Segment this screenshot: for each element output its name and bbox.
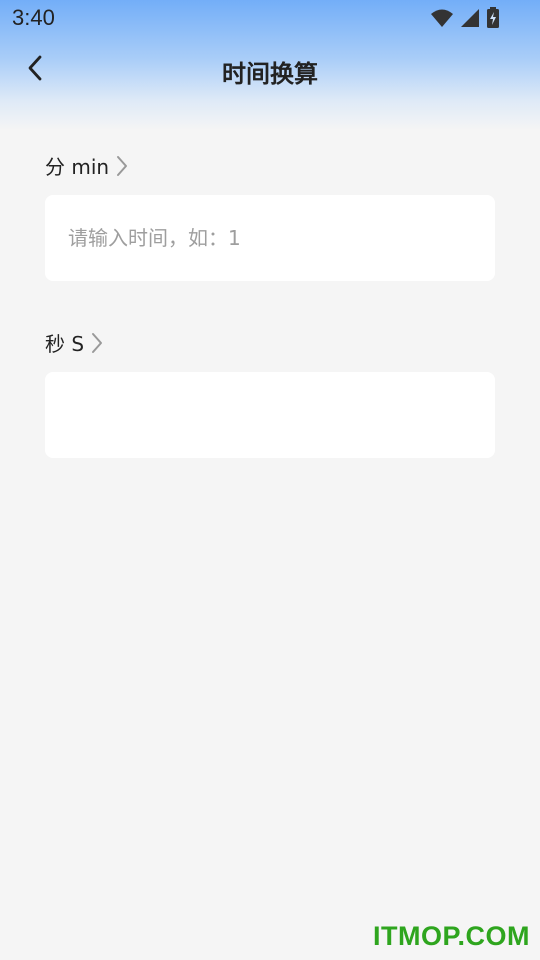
- page-title: 时间换算: [222, 60, 318, 88]
- status-bar: 3:40: [0, 0, 540, 38]
- minutes-input[interactable]: [66, 225, 474, 251]
- minutes-input-card: [45, 195, 495, 281]
- chevron-right-icon: [115, 154, 129, 178]
- nav-bar: 时间换算: [0, 40, 540, 100]
- chevron-right-icon: [90, 331, 104, 355]
- seconds-unit-selector[interactable]: 秒 S: [45, 328, 104, 357]
- status-icons: [430, 7, 500, 33]
- status-time: 3:40: [12, 5, 55, 30]
- wifi-icon: [430, 8, 454, 32]
- minutes-unit-selector[interactable]: 分 min: [45, 151, 129, 180]
- seconds-label: 秒 S: [45, 332, 85, 356]
- seconds-input-card: [45, 372, 495, 458]
- battery-icon: [486, 7, 500, 33]
- signal-icon: [460, 8, 480, 32]
- minutes-label: 分 min: [45, 155, 110, 179]
- watermark: ITMOP.COM: [372, 921, 530, 951]
- seconds-output[interactable]: [66, 402, 474, 428]
